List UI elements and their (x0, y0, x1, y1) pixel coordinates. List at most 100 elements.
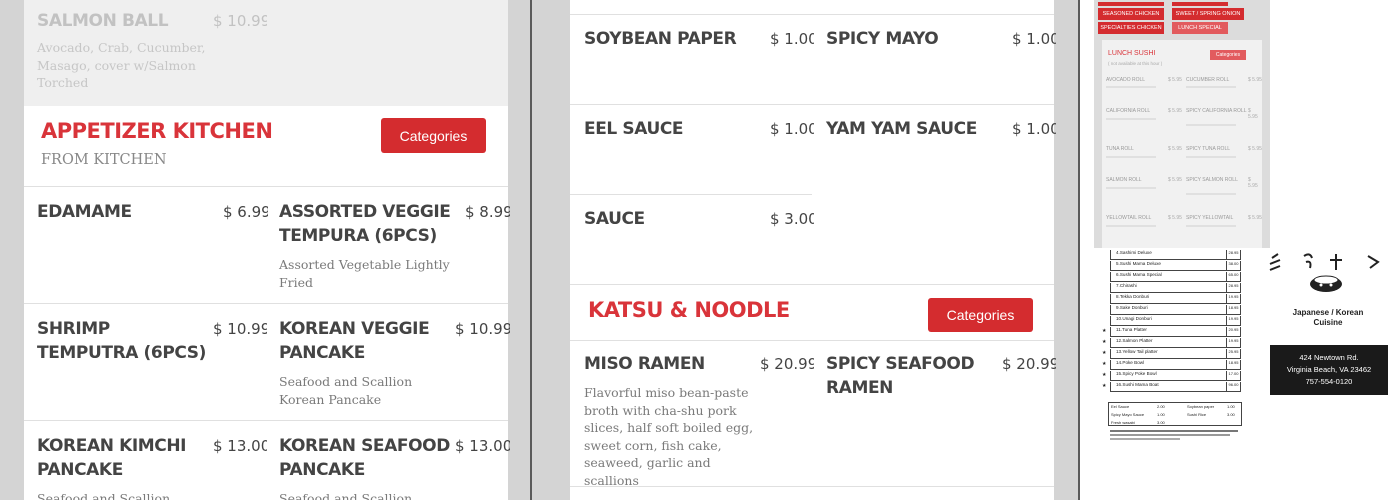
phone-number: 757-554-0120 (1305, 377, 1353, 386)
item-name: MISO RAMEN (584, 354, 705, 374)
divider (24, 420, 508, 421)
thumb-item-name: CUCUMBER ROLL (1186, 77, 1230, 83)
thumb-item-price: $ 5.95 (1248, 177, 1258, 189)
divider (570, 340, 1054, 341)
menu-item[interactable]: SHRIMP TEMPUTRA (6PCS) (37, 317, 207, 365)
sauce-item-name[interactable]: SAUCE (584, 207, 645, 231)
divider (570, 284, 1054, 285)
section-subtitle: FROM KITCHEN (41, 152, 167, 168)
menu-item[interactable]: KOREAN KIMCHI PANCAKE Seafood and Scalli… (37, 434, 207, 500)
categories-button[interactable]: Categories (381, 118, 486, 153)
thumb-item-price: $ 5.95 (1168, 215, 1182, 221)
paper-row-price: 18.95 (1226, 360, 1240, 369)
item-description: Seafood and Scallion Korean Pancake (279, 374, 413, 407)
spicy-star-icon: ★ (1102, 361, 1107, 367)
paper-menu-row: 8.Tekka Donburi 19.95 (1110, 294, 1241, 304)
thumb-item-name: AVOCADO ROLL (1106, 77, 1146, 83)
paper-row-price: 96.00 (1226, 382, 1240, 391)
spicy-star-icon: ★ (1102, 350, 1107, 356)
thumb-item-name: SPICY CALIFORNIA ROLL (1186, 108, 1247, 114)
paper-menu-row: 6.Sushi Mama Special 65.00 (1110, 272, 1241, 282)
thumb-desc-lines (1186, 225, 1236, 227)
menu-item[interactable]: SPICY SEAFOOD RAMEN (826, 352, 998, 400)
item-name: KOREAN KIMCHI PANCAKE (37, 436, 187, 480)
section-card: SOYBEAN PAPER $ 1.00 SPICY MAYO $ 1.00 E… (570, 0, 1056, 500)
thumb-item-name: SPICY TUNA ROLL (1186, 146, 1230, 152)
sauce-item-name[interactable]: SOYBEAN PAPER (584, 27, 737, 51)
sauce-item-price: $ 1.00 (770, 120, 814, 138)
thumb-item: CALIFORNIA ROLL $ 5.95 (1106, 108, 1186, 114)
categories-button[interactable]: Categories (928, 298, 1033, 332)
item-price: $ 10.99 (455, 320, 510, 338)
paper-table-cell: 3.00 (1157, 420, 1165, 425)
address-city: Virginia Beach, VA 23462 (1286, 365, 1372, 374)
item-name: SALMON BALL (37, 11, 169, 31)
tag-chip: SPECIALTIES CHICKEN (1098, 22, 1164, 34)
menu-item-card-faded: SALMON BALL Avocado, Crab, Cucumber, Mas… (24, 0, 508, 106)
thumb-item: AVOCADO ROLL $ 5.95 (1106, 77, 1186, 83)
paper-menu-row: 5.Sushi Mama Deluxe 38.00 (1110, 261, 1241, 271)
item-price: $ 10.99 (213, 12, 267, 30)
address-block: 424 Newtown Rd. Virginia Beach, VA 23462… (1270, 345, 1388, 395)
thumb-desc-lines (1106, 86, 1156, 88)
thumb-item: SPICY CALIFORNIA ROLL $ 5.95 (1186, 108, 1258, 120)
thumb-desc-lines (1186, 193, 1236, 195)
paper-row-name: 5.Sushi Mama Deluxe (1116, 261, 1161, 266)
thumbnail-card: LUNCH SUSHI ( not available at this hour… (1102, 40, 1262, 248)
paper-row-name: 9.Sake Donburi (1116, 305, 1148, 310)
paper-row-price: 25.95 (1226, 349, 1240, 358)
paper-row-price: 65.00 (1226, 272, 1240, 281)
thumb-item-price: $ 5.95 (1248, 146, 1262, 152)
sauce-item-price: $ 1.00 (770, 30, 814, 48)
paper-row-price: 19.95 (1226, 338, 1240, 347)
fine-print-line (1110, 434, 1230, 436)
item-price: $ 6.99 (223, 203, 268, 221)
paper-row-name: 11.Tuna Platter (1116, 327, 1147, 332)
menu-item[interactable]: MISO RAMEN Flavorful miso bean-paste bro… (584, 352, 756, 489)
paper-menu-row: 4.Sashimi Deluxe 28.95 (1110, 250, 1241, 260)
menu-item[interactable]: KOREAN SEAFOOD PANCAKE Seafood and Scall… (279, 434, 454, 500)
paper-table-cell: Soybean paper (1187, 404, 1215, 409)
paper-table-cell: 3.00 (1227, 412, 1235, 417)
item-price: $ 20.99 (760, 355, 814, 373)
paper-row-name: 13.Yellow Tail platter (1116, 349, 1158, 354)
thumb-item-name: SALMON ROLL (1106, 177, 1142, 183)
item-price: $ 10.99 (213, 320, 267, 338)
sauce-item-price: $ 1.00 (1012, 30, 1056, 48)
paper-row-price: 17.00 (1226, 371, 1240, 380)
section-card: APPETIZER KITCHEN FROM KITCHEN Categorie… (24, 106, 510, 500)
thumb-desc-lines (1106, 156, 1156, 158)
menu-thumbnails-panel: SEASONED CHICKEN SWEET / SPRING ONION SP… (1080, 0, 1400, 500)
thumb-item-name: SPICY YELLOWTAIL (1186, 215, 1234, 221)
menu-item[interactable]: EDAMAME (37, 200, 207, 224)
menu-screenshot-thumbnail[interactable]: SEASONED CHICKEN SWEET / SPRING ONION SP… (1094, 0, 1270, 248)
menu-item[interactable]: KOREAN VEGGIE PANCAKE Seafood and Scalli… (279, 317, 454, 408)
thumb-item: CUCUMBER ROLL $ 5.95 (1186, 77, 1266, 83)
menu-item[interactable]: SALMON BALL Avocado, Crab, Cucumber, Mas… (37, 9, 207, 92)
item-name: SHRIMP TEMPUTRA (6PCS) (37, 319, 207, 363)
menu-item[interactable]: ASSORTED VEGGIE TEMPURA (6PCS) Assorted … (279, 200, 454, 291)
paper-row-name: 4.Sashimi Deluxe (1116, 250, 1152, 255)
sauce-item-name[interactable]: SPICY MAYO (826, 27, 939, 51)
tag-chip: SWEET / SPRING ONION (1172, 8, 1244, 20)
thumb-desc-lines (1106, 118, 1156, 120)
menu-panel-appetizer: SALMON BALL Avocado, Crab, Cucumber, Mas… (0, 0, 530, 500)
divider (570, 14, 1054, 15)
fine-print-line (1110, 438, 1180, 440)
spicy-star-icon: ★ (1102, 383, 1107, 389)
thumbnail-categories-button: Categories (1210, 50, 1246, 60)
item-price: $ 20.99 (1002, 355, 1056, 373)
tag-chip-partial (1172, 2, 1228, 6)
item-description: Flavorful miso bean-paste broth with cha… (584, 385, 754, 488)
paper-table-cell: 1.00 (1227, 404, 1235, 409)
paper-menu-row: 9.Sake Donburi 18.95 (1110, 305, 1241, 315)
paper-sauce-table: Eel Sauce 2.00 Soybean paper 1.00 Spicy … (1108, 402, 1242, 426)
paper-row-price: 38.00 (1226, 261, 1240, 270)
divider (570, 194, 812, 195)
sauce-item-name[interactable]: EEL SAUCE (584, 117, 684, 141)
item-price: $ 13.00 (455, 437, 510, 455)
tag-chip: LUNCH SPECIAL (1172, 22, 1228, 34)
paper-row-name: 7.Chirashi (1116, 283, 1137, 288)
sauce-item-name[interactable]: YAM YAM SAUCE (826, 117, 977, 141)
thumbnail-subtitle: ( not available at this hour ) (1108, 61, 1163, 66)
